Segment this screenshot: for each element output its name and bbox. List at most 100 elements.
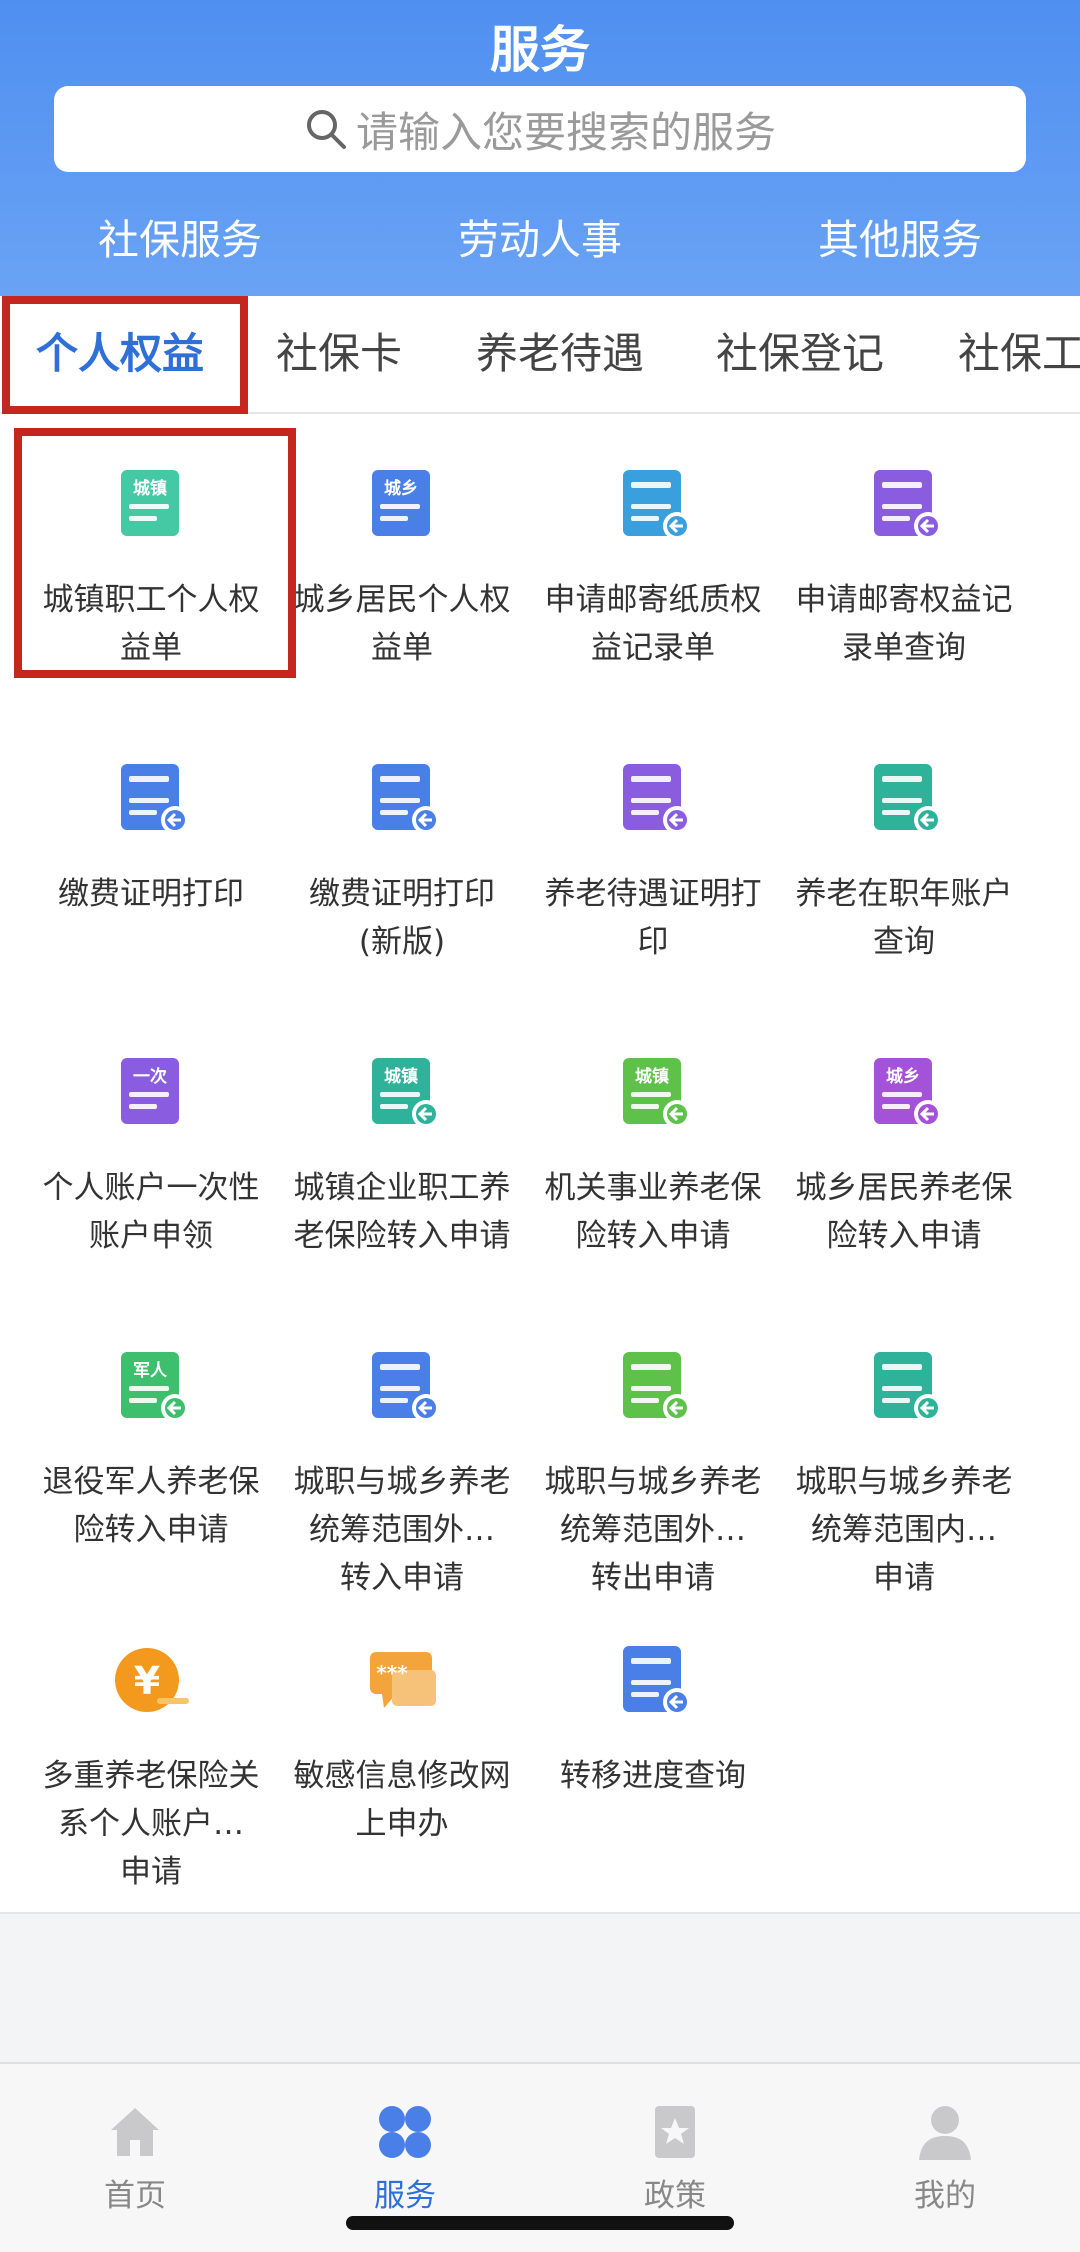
service-label: 退役军人养老保 [42,1464,260,1500]
service-label: 城职与城乡养老 [293,1464,511,1500]
service-icon [379,2106,431,2158]
service-label: 城镇职工个人权 [42,582,260,618]
service-item[interactable]: 城职与城乡养老 统筹范围外… 转入申请 [277,1346,527,1602]
service-item[interactable]: 城乡 城乡居民个人权 益单 [277,464,527,672]
delivery-truck-icon [623,470,691,540]
service-label: 城乡居民个人权 [293,582,511,618]
service-label: 申请 [873,1560,935,1596]
service-item[interactable]: 一次个人账户一次性 账户申领 [26,1052,276,1260]
nav-home[interactable]: 首页 [0,2064,270,2252]
sub-tabs: 个人权益 社保卡 养老待遇 社保登记 社保工 [0,296,1080,414]
search-placeholder: 请输入您要搜索的服务 [355,107,776,157]
pension-print-icon [623,764,691,834]
city-transfer-icon: 城镇 [372,1058,440,1128]
service-label: 益记录单 [591,630,715,666]
service-label: 敏感信息修改网 [293,1758,511,1794]
policy-icon [655,2106,695,2158]
search-icon [306,110,346,149]
tab-other-services[interactable]: 其他服务 [720,196,1080,296]
profile-icon [919,2106,971,2160]
service-item[interactable]: 养老待遇证明打印 [528,758,778,966]
svg-text:城镇: 城镇 [635,1066,669,1087]
subtab-social-registration[interactable]: 社保登记 [716,296,884,412]
service-item[interactable]: 城职与城乡养老 统筹范围外… 转出申请 [528,1346,778,1602]
service-label: 缴费证明打印 [58,876,244,912]
service-item[interactable]: 转移进度查询 [528,1640,778,1800]
svg-text:城镇: 城镇 [384,1066,418,1087]
service-item[interactable]: *** 敏感信息修改网 上申办 [277,1640,527,1848]
rural-transfer-icon: 城乡 [874,1058,942,1128]
service-label: 城镇企业职工养 [293,1170,511,1206]
institution-transfer-icon: 城镇 [623,1058,691,1128]
svg-text:城乡: 城乡 [886,1067,920,1087]
one-time-card-icon: 一次 [121,1058,179,1124]
service-item[interactable]: 城镇城镇职工个人权 益单 [26,464,276,672]
service-label: 城职与城乡养老 [544,1464,762,1500]
service-item[interactable]: 申请邮寄权益记 录单查询 [779,464,1029,672]
subtab-pension-benefits[interactable]: 养老待遇 [476,296,644,412]
header: 服务 请输入您要搜索的服务 社保服务 劳动人事 其他服务 [0,0,1080,296]
service-label: (新版) [358,924,446,960]
service-item[interactable]: 申请邮寄纸质权 益记录单 [528,464,778,672]
home-icon [111,2108,159,2156]
service-label: 险转入申请 [575,1218,731,1254]
service-label: 申请邮寄权益记 [795,582,1013,618]
service-label: 统筹范围外… [560,1512,746,1548]
svg-text:一次: 一次 [133,1066,167,1087]
service-label: 益单 [120,630,182,666]
search-input[interactable]: 请输入您要搜索的服务 [54,86,1026,172]
service-label: 养老待遇证明打 [544,876,762,912]
service-label: 缴费证明打印 [309,876,495,912]
service-item[interactable]: 城镇 城镇企业职工养 老保险转入申请 [277,1052,527,1260]
service-label: 转入申请 [340,1560,464,1596]
nav-policy-label: 政策 [644,2178,706,2214]
page-title: 服务 [490,21,590,79]
subtab-social-card[interactable]: 社保卡 [276,296,402,412]
sensitive-info-icon: *** [370,1652,436,1708]
service-label: 账户申领 [89,1218,213,1254]
tab-social-security[interactable]: 社保服务 [0,196,360,296]
service-item[interactable]: 养老在职年账户 查询 [779,758,1029,966]
inside-apply-icon [874,1352,942,1422]
nav-profile[interactable]: 我的 [810,2064,1080,2252]
veteran-transfer-icon: 军人 [121,1352,189,1422]
service-label: 统筹范围外… [309,1512,495,1548]
service-label: 险转入申请 [826,1218,982,1254]
service-item[interactable]: 缴费证明打印 (新版) [277,758,527,966]
service-label: 系个人账户… [58,1806,244,1842]
svg-text:军人: 军人 [133,1361,168,1381]
top-tabs: 社保服务 劳动人事 其他服务 [0,196,1080,296]
svg-text:***: *** [376,1661,408,1685]
service-label: 转出申请 [591,1560,715,1596]
service-item[interactable]: 城镇机关事业养老保 险转入申请 [528,1052,778,1260]
nav-home-label: 首页 [104,2178,166,2214]
nav-profile-label: 我的 [914,2178,976,2214]
service-label: 益单 [371,630,433,666]
service-label: 查询 [873,924,935,960]
city-doc-icon: 城镇 [121,470,179,536]
service-label: 印 [637,924,669,960]
subtab-personal-rights[interactable]: 个人权益 [36,296,204,412]
service-item[interactable]: 城乡 城乡居民养老保 险转入申请 [779,1052,1029,1260]
service-label: 申请邮寄纸质权 [544,582,762,618]
service-item[interactable]: ¥ 多重养老保险关 系个人账户… 申请 [26,1640,276,1896]
service-item[interactable]: 缴费证明打印 [26,758,276,918]
service-label: 险转入申请 [73,1512,229,1548]
service-label: 个人账户一次性 [42,1170,260,1206]
outside-transfer-in-icon [372,1352,440,1422]
payment-print-new-icon [372,764,440,834]
service-label: 养老在职年账户 [795,876,1013,912]
tab-labor-personnel[interactable]: 劳动人事 [360,196,720,296]
service-label: 机关事业养老保 [544,1170,762,1206]
service-item[interactable]: 城职与城乡养老 统筹范围内… 申请 [779,1346,1029,1602]
service-label: 多重养老保险关 [42,1758,260,1794]
pension-account-icon [874,764,942,834]
transfer-progress-icon [623,1646,691,1716]
yuan-coin-icon: ¥ [115,1648,189,1712]
service-label: 录单查询 [842,630,966,666]
home-indicator [346,2216,734,2230]
service-item[interactable]: 军人退役军人养老保 险转入申请 [26,1346,276,1554]
subtab-social-more[interactable]: 社保工 [958,296,1080,412]
service-label: 转移进度查询 [560,1758,746,1794]
delivery-search-icon [874,470,942,540]
